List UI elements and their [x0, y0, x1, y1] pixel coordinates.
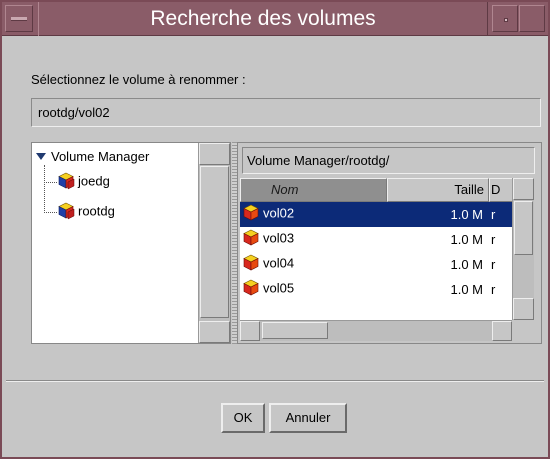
volume-name: vol03 — [263, 230, 295, 246]
tree-root-label: Volume Manager — [51, 149, 150, 164]
scroll-up-arrow-icon[interactable] — [199, 143, 230, 165]
volume-name: vol04 — [263, 255, 295, 271]
disk-group-icon — [58, 202, 75, 220]
table-header: Nom Taille D — [240, 178, 512, 202]
tree-connector — [44, 165, 45, 213]
ok-button[interactable]: OK — [221, 403, 265, 433]
volume-name-cell: vol02 — [242, 204, 294, 222]
scrollbar-thumb[interactable] — [200, 166, 229, 318]
table-row[interactable]: vol02 1.0 M r — [240, 202, 512, 227]
dialog-window: Recherche des volumes Sélectionnez le vo… — [0, 0, 550, 459]
volume-desc: r — [491, 257, 496, 272]
column-header-desc[interactable]: D — [489, 178, 512, 202]
volume-icon — [243, 279, 259, 296]
window-title: Recherche des volumes — [38, 2, 488, 36]
table-horizontal-scrollbar[interactable] — [240, 320, 512, 341]
volume-size: 1.0 M — [450, 232, 483, 247]
prompt-label: Sélectionnez le volume à renommer : — [31, 72, 246, 87]
cancel-button[interactable]: Annuler — [269, 403, 347, 433]
column-header-size[interactable]: Taille — [387, 178, 489, 202]
scroll-down-arrow-icon[interactable] — [199, 321, 230, 343]
table-row[interactable]: vol05 1.0 M r — [240, 277, 512, 302]
volume-name-cell: vol03 — [242, 229, 294, 247]
current-directory-path: Volume Manager/rootdg/ — [242, 147, 535, 174]
window-menu-button[interactable] — [5, 5, 33, 32]
volume-size: 1.0 M — [450, 257, 483, 272]
volume-desc: r — [491, 207, 496, 222]
scrollbar-thumb[interactable] — [514, 201, 533, 255]
volume-list-panel: Volume Manager/rootdg/ Nom Taille D vol0… — [237, 142, 542, 344]
tree-item-label: joedg — [78, 173, 110, 189]
scroll-down-arrow-icon[interactable] — [513, 298, 534, 320]
tree-panel: Volume Manager joedg rootdg — [31, 142, 231, 344]
volume-size: 1.0 M — [450, 207, 483, 222]
minimize-icon — [504, 18, 508, 22]
volume-name-cell: vol04 — [242, 254, 294, 272]
expanded-triangle-icon[interactable] — [36, 153, 46, 161]
title-bar[interactable]: Recherche des volumes — [2, 2, 548, 36]
volume-tree: Volume Manager joedg rootdg — [32, 143, 198, 343]
scroll-left-arrow-icon[interactable] — [240, 321, 260, 341]
volume-size: 1.0 M — [450, 282, 483, 297]
volume-icon — [243, 204, 259, 221]
tree-connector — [44, 212, 57, 213]
tree-item-joedg[interactable]: joedg — [57, 172, 110, 192]
volume-name: vol05 — [263, 280, 295, 296]
disk-group-icon — [58, 172, 75, 190]
window-menu-icon — [11, 17, 27, 21]
volume-icon — [243, 254, 259, 271]
volume-name-cell: vol05 — [242, 279, 294, 297]
tree-vertical-scrollbar[interactable] — [198, 143, 230, 343]
button-separator — [6, 380, 544, 382]
volume-icon — [243, 229, 259, 246]
table-row[interactable]: vol03 1.0 M r — [240, 227, 512, 252]
volume-desc: r — [491, 282, 496, 297]
selected-volume-field: rootdg/vol02 — [31, 98, 541, 127]
minimize-button[interactable] — [492, 5, 518, 32]
tree-item-rootdg[interactable]: rootdg — [57, 202, 115, 222]
volume-table: Nom Taille D vol02 1.0 M r vol03 1.0 M r… — [240, 178, 512, 320]
table-vertical-scrollbar[interactable] — [512, 178, 534, 320]
tree-connector — [44, 182, 57, 183]
column-header-name[interactable]: Nom — [240, 178, 387, 202]
maximize-button[interactable] — [519, 5, 545, 32]
tree-root-volume-manager[interactable]: Volume Manager — [36, 149, 149, 167]
scroll-right-arrow-icon[interactable] — [492, 321, 512, 341]
volume-desc: r — [491, 232, 496, 247]
scrollbar-thumb[interactable] — [262, 322, 328, 339]
table-row[interactable]: vol04 1.0 M r — [240, 252, 512, 277]
tree-item-label: rootdg — [78, 203, 115, 219]
volume-name: vol02 — [263, 205, 295, 221]
scroll-up-arrow-icon[interactable] — [513, 178, 534, 200]
